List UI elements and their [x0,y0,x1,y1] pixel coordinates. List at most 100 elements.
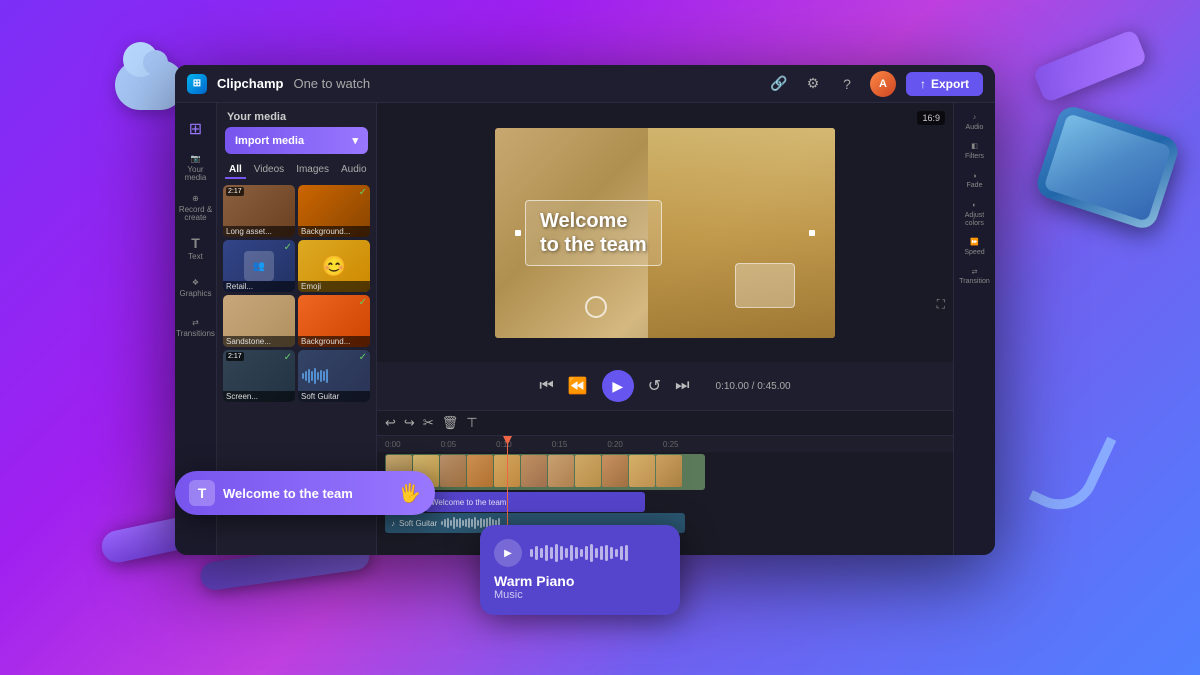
video-thumb [521,455,547,487]
check-icon: ✓ [359,187,367,198]
step-back-button[interactable]: ⏪ [568,376,588,396]
right-panel-transition[interactable]: ⇄ Transition [956,264,994,291]
settings-icon[interactable]: ⚙ [802,73,824,95]
speed-icon: ⏩ [970,239,979,247]
media-item-screen[interactable]: 2:17 ✓ Screen... [223,350,295,402]
check-icon: ✓ [359,352,367,363]
media-item-soft-guitar[interactable]: ✓ Soft Guitar [298,350,370,402]
resize-handle-right[interactable] [809,230,815,236]
right-panel-audio[interactable]: ♪ Audio [956,109,994,136]
share-icon[interactable]: 🔗 [768,73,790,95]
wave-bar [483,519,485,527]
video-thumb [656,455,682,487]
purple-bar-decoration [1032,29,1147,104]
waveform-bar [550,547,553,559]
video-thumb [602,455,628,487]
sidebar-item-transitions[interactable]: ⇄ Transitions [178,311,214,347]
camera-icon: 📷 [191,155,201,164]
import-media-button[interactable]: Import media ▾ [225,127,368,154]
wave-bar [477,520,479,526]
wave-bar [468,518,470,528]
cursor-hand-icon: 🖐 [399,483,421,504]
tab-videos[interactable]: Videos [250,162,288,179]
wave-bar [456,519,458,527]
waveform-bar [600,546,603,560]
right-panel-filters[interactable]: ◧ Filters [956,138,994,165]
title-bar: ⊞ Clipchamp One to watch 🔗 ⚙ ? A ↑ Expor… [175,65,995,103]
user-avatar[interactable]: A [870,71,896,97]
media-item-background1[interactable]: ✓ Background... [298,185,370,237]
playhead[interactable] [507,436,508,536]
media-grid: 2:17 Long asset... ✓ Background... 👥 ✓ R… [217,185,376,402]
warm-piano-header: ▶ [494,539,666,567]
media-panel-header: Your media [217,103,376,127]
time-marker: 0:20 [607,440,623,449]
media-item-background2[interactable]: ✓ Background... [298,295,370,347]
wave-bar [450,520,452,526]
check-icon: ✓ [359,297,367,308]
warm-piano-subtitle: Music [494,589,666,601]
warm-piano-title: Warm Piano [494,573,666,589]
timeline-tracks: 0:00 0:05 0:10 0:15 0:20 0:25 [377,436,953,536]
waveform-bar [595,548,598,558]
waveform-bar [570,545,573,561]
media-item-long-asset[interactable]: 2:17 Long asset... [223,185,295,237]
sidebar-item-graphics[interactable]: ❖ Graphics [178,271,214,307]
play-button[interactable]: ▶ [602,370,634,402]
media-item-emoji[interactable]: 😊 Emoji [298,240,370,292]
waveform-bar [545,545,548,561]
playback-timecode: 0:10.00 / 0:45.00 [716,381,791,392]
sidebar-item-your-media[interactable]: 📷 Your media [178,151,214,187]
floating-text-track[interactable]: T Welcome to the team 🖐 [175,471,435,515]
media-item-retail[interactable]: 👥 ✓ Retail... [223,240,295,292]
time-marker: 0:15 [552,440,568,449]
resize-handle-left[interactable] [515,230,521,236]
preview-canvas: Welcometo the team 16:9 ⛶ [377,103,953,362]
right-panel-fade[interactable]: ◑ Fade [956,168,994,195]
import-label: Import media [235,135,304,147]
media-tabs: All Videos Images Audio [217,162,376,179]
import-chevron-icon: ▾ [352,134,358,147]
right-panel-adjust-colors[interactable]: ◐ Adjust colors [956,197,994,232]
sidebar-item-record[interactable]: ⊕ Record & create [178,191,214,227]
warm-piano-waveform [530,543,666,563]
help-icon[interactable]: ? [836,73,858,95]
sidebar-item-text[interactable]: T Text [178,231,214,267]
waveform-bar [530,549,533,557]
record-icon: ⊕ [192,195,199,204]
wave-bar [444,519,446,527]
adjust-colors-icon: ◐ [972,202,976,210]
export-button[interactable]: ↑ Export [906,72,983,96]
fade-icon: ◑ [972,173,976,181]
skip-back-button[interactable]: ⏮ [539,377,553,395]
media-item-sandstone[interactable]: Sandstone... [223,295,295,347]
wave-bar [471,519,473,527]
text-track: Welcome to the team [385,492,945,512]
undo-button[interactable]: ↩ [385,415,396,431]
sidebar-grid-icon[interactable]: ⊞ [178,111,214,147]
soft-guitar-label: Soft Guitar [399,519,437,528]
fullscreen-icon[interactable]: ⛶ [937,297,945,312]
split-button[interactable]: ⊤ [466,415,477,431]
text-track-segment[interactable]: Welcome to the team [425,492,645,512]
audio-icon: ♪ [973,114,977,122]
skip-forward-button[interactable]: ⏭ [675,377,689,395]
tab-audio[interactable]: Audio [337,162,371,179]
export-label: Export [931,77,969,91]
waveform-bar [560,546,563,560]
cut-button[interactable]: ✂ [423,415,434,431]
video-text-overlay[interactable]: Welcometo the team [525,200,662,266]
title-icons: 🔗 ⚙ ? A [768,71,896,97]
delete-button[interactable]: 🗑 [442,415,459,431]
wave-bar [453,517,455,529]
time-marker: 0:00 [385,440,401,449]
redo-button[interactable]: ↪ [404,415,415,431]
tab-images[interactable]: Images [292,162,333,179]
right-panel-speed[interactable]: ⏩ Speed [956,234,994,261]
timeline-toolbar: ↩ ↪ ✂ 🗑 ⊤ [377,411,953,436]
tab-all[interactable]: All [225,162,246,179]
warm-piano-play-btn[interactable]: ▶ [494,539,522,567]
warm-piano-card: ▶ Warm Piano Music [480,525,680,615]
waveform-bar [575,547,578,559]
loop-button[interactable]: ↺ [648,376,661,396]
